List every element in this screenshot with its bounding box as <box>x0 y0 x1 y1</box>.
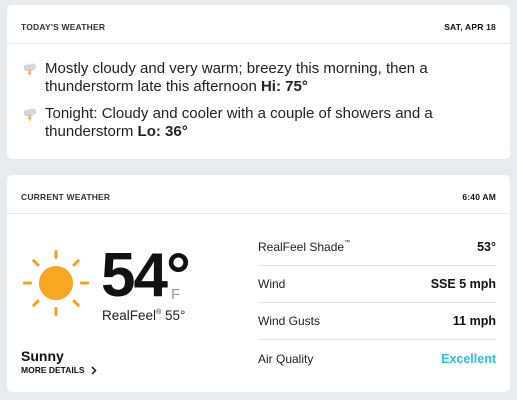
weather-details: RealFeel Shade™ 53° Wind SSE 5 mph Wind … <box>258 229 496 377</box>
forecast-night: Tonight: Cloudy and cooler with a couple… <box>21 105 496 141</box>
realfeel-value: 55° <box>164 308 186 323</box>
temperature-unit: F <box>171 286 181 303</box>
realfeel-shade-value: 53° <box>477 240 496 254</box>
current-weather-time: 6:40 AM <box>462 192 496 202</box>
wind-gusts-value: 11 mph <box>452 314 496 328</box>
forecast-day-text: Mostly cloudy and very warm; breezy this… <box>45 60 428 95</box>
more-details-label: MORE DETAILS <box>21 365 85 375</box>
current-weather-card[interactable]: CURRENT WEATHER 6:40 AM 54° F RealFeel® … <box>7 175 510 392</box>
weather-phrase: Sunny <box>21 348 64 364</box>
thunderstorm-icon <box>23 108 37 123</box>
todays-weather-date: SAT, APR 18 <box>444 22 496 32</box>
sun-icon <box>23 250 89 316</box>
divider <box>7 213 510 214</box>
current-weather-title: CURRENT WEATHER <box>21 192 111 202</box>
todays-weather-header: TODAY'S WEATHER SAT, APR 18 <box>21 19 496 35</box>
realfeel: RealFeel® 55° <box>102 308 186 323</box>
todays-weather-card: TODAY'S WEATHER SAT, APR 18 Mostly cloud… <box>7 5 510 159</box>
divider <box>7 43 510 44</box>
chevron-right-icon <box>91 365 97 375</box>
detail-row-wind: Wind SSE 5 mph <box>258 266 496 303</box>
forecast-hi-temp: Hi: 75° <box>260 78 308 95</box>
thunderstorm-icon <box>23 63 37 78</box>
current-weather-header: CURRENT WEATHER 6:40 AM <box>21 189 496 205</box>
forecast-day: Mostly cloudy and very warm; breezy this… <box>21 60 496 96</box>
todays-weather-title: TODAY'S WEATHER <box>21 22 106 32</box>
detail-row-realfeel-shade: RealFeel Shade™ 53° <box>258 229 496 266</box>
air-quality-value: Excellent <box>441 351 496 366</box>
detail-row-wind-gusts: Wind Gusts 11 mph <box>258 303 496 340</box>
more-details-link[interactable]: MORE DETAILS <box>21 365 97 375</box>
detail-row-air-quality: Air Quality Excellent <box>258 351 496 366</box>
forecast-lo-temp: Lo: 36° <box>137 123 188 140</box>
wind-value: SSE 5 mph <box>430 277 496 291</box>
forecast-night-text: Tonight: Cloudy and cooler with a couple… <box>45 105 433 140</box>
